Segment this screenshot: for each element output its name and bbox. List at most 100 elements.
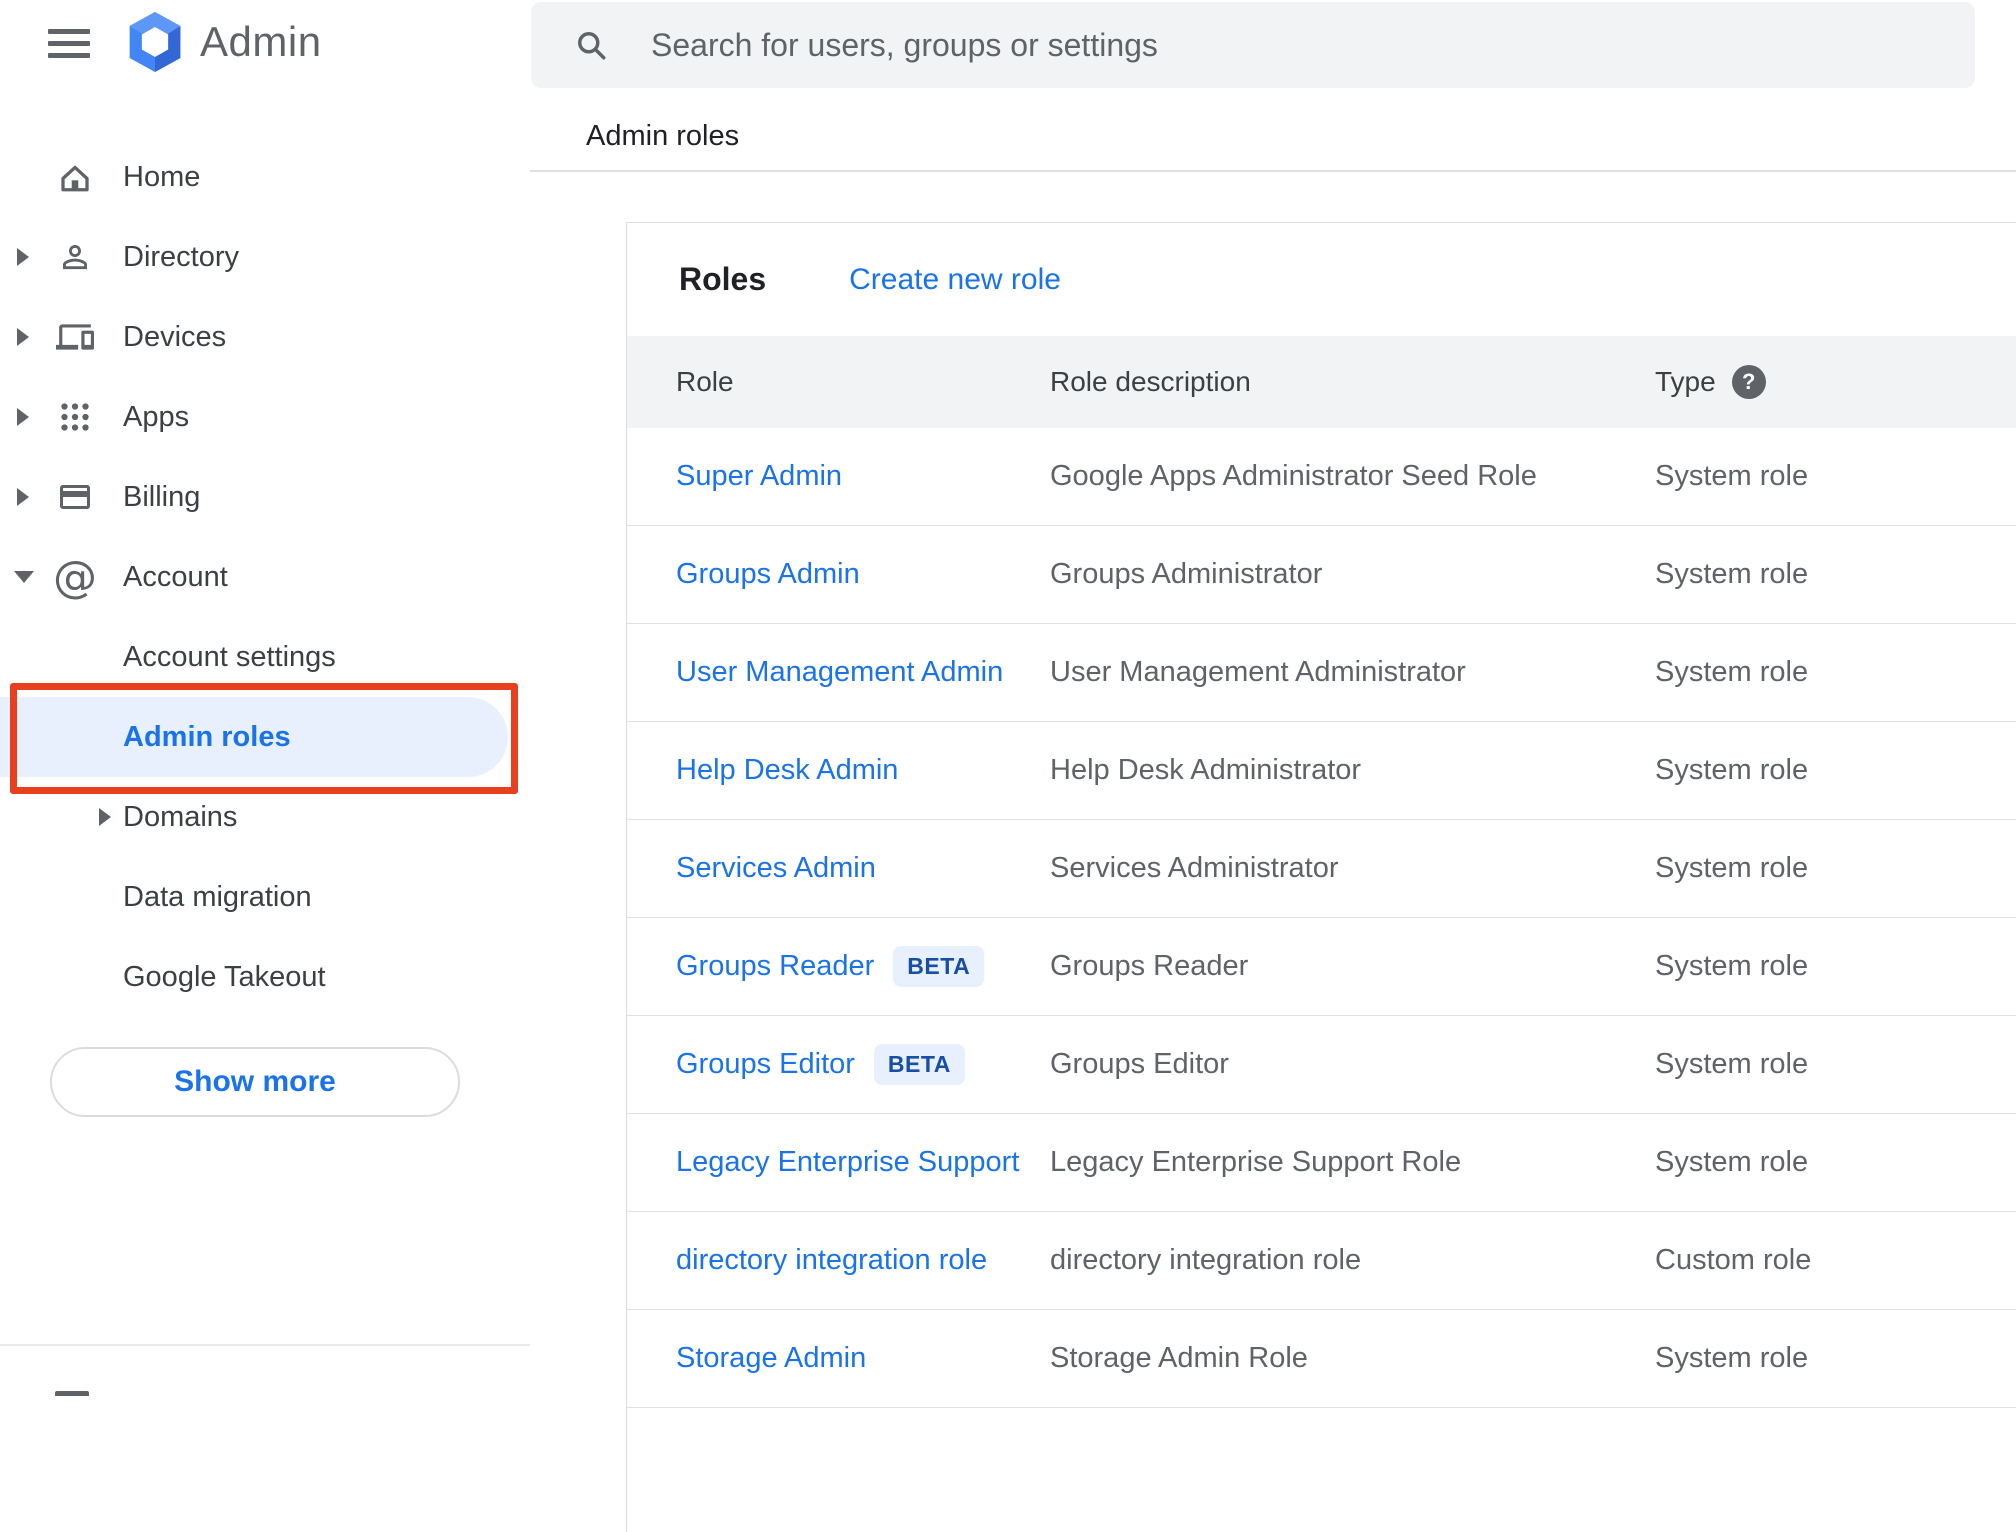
table-row: Groups Admin Groups Administrator System… <box>627 526 2016 624</box>
role-type: System role <box>1655 754 1809 786</box>
role-description: User Management Administrator <box>1050 656 1466 688</box>
sidebar-item-account-settings[interactable]: Account settings <box>0 617 530 697</box>
role-link[interactable]: Legacy Enterprise Support <box>676 1146 1019 1179</box>
sidebar-item-label: Account <box>123 560 228 593</box>
role-cell: User Management Admin <box>676 656 1050 689</box>
column-header-role: Role <box>676 366 734 397</box>
role-link[interactable]: Groups Reader <box>676 950 874 983</box>
table-row: User Management Admin User Management Ad… <box>627 624 2016 722</box>
sidebar-item-label: Google Takeout <box>123 960 326 993</box>
role-description: Groups Administrator <box>1050 558 1323 590</box>
role-type: System role <box>1655 558 1809 590</box>
role-description: Google Apps Administrator Seed Role <box>1050 460 1537 492</box>
role-cell: Super Admin <box>676 460 1050 493</box>
role-cell: Help Desk Admin <box>676 754 1050 787</box>
main-content: Admin roles Roles Create new role Role R… <box>530 88 2016 1532</box>
role-cell: Services Admin <box>676 852 1050 885</box>
table-row: Groups Editor BETA Groups Editor System … <box>627 1016 2016 1114</box>
beta-badge: BETA <box>873 1044 965 1085</box>
person-icon <box>55 237 95 277</box>
column-header-type: Type ? <box>1655 365 2016 399</box>
role-description: Legacy Enterprise Support Role <box>1050 1146 1462 1178</box>
role-cell: Storage Admin <box>676 1342 1050 1375</box>
home-icon <box>55 157 95 197</box>
table-header-row: Role Role description Type ? <box>627 336 2016 428</box>
create-new-role-link[interactable]: Create new role <box>849 263 1061 297</box>
sidebar-item-label: Devices <box>123 320 227 353</box>
table-row: Legacy Enterprise Support Legacy Enterpr… <box>627 1114 2016 1212</box>
column-header-description: Role description <box>1050 366 1251 397</box>
logo-text: Admin <box>200 18 322 65</box>
role-link[interactable]: User Management Admin <box>676 656 1003 689</box>
roles-card: Roles Create new role Role Role descript… <box>626 222 2016 1532</box>
breadcrumb-row: Admin roles <box>530 88 2016 172</box>
table-row: Services Admin Services Administrator Sy… <box>627 820 2016 918</box>
menu-icon[interactable] <box>48 29 90 58</box>
apps-grid-icon <box>55 397 95 437</box>
admin-hexagon-logo-icon <box>129 11 181 73</box>
sidebar-item-label: Domains <box>123 800 238 833</box>
role-link[interactable]: Services Admin <box>676 852 876 885</box>
sidebar-nav: Home Directory Devices Apps Billing @ Ac… <box>0 137 530 1117</box>
role-type: Custom role <box>1655 1244 1812 1276</box>
table-row: Super Admin Google Apps Administrator Se… <box>627 428 2016 526</box>
beta-badge: BETA <box>893 946 985 987</box>
expand-arrow-icon[interactable] <box>17 488 29 506</box>
role-link[interactable]: Help Desk Admin <box>676 754 898 787</box>
sidebar-item-label: Admin roles <box>123 720 291 753</box>
table-row: Help Desk Admin Help Desk Administrator … <box>627 722 2016 820</box>
role-cell: Groups Reader BETA <box>676 946 1050 987</box>
role-link[interactable]: directory integration role <box>676 1244 987 1277</box>
sidebar-item-billing[interactable]: Billing <box>0 457 530 537</box>
expand-arrow-icon[interactable] <box>17 328 29 346</box>
expand-arrow-icon[interactable] <box>99 808 111 826</box>
table-row: directory integration role directory int… <box>627 1212 2016 1310</box>
role-type: System role <box>1655 460 1809 492</box>
collapse-arrow-icon[interactable] <box>14 571 34 583</box>
role-link[interactable]: Super Admin <box>676 460 842 493</box>
search-icon <box>573 27 609 63</box>
role-cell: Legacy Enterprise Support <box>676 1146 1050 1179</box>
expand-arrow-icon[interactable] <box>17 248 29 266</box>
role-description: Groups Editor <box>1050 1048 1229 1080</box>
role-link[interactable]: Groups Admin <box>676 558 860 591</box>
role-cell: Groups Admin <box>676 558 1050 591</box>
sidebar-item-google-takeout[interactable]: Google Takeout <box>0 937 530 1017</box>
show-more-button[interactable]: Show more <box>50 1047 460 1117</box>
sidebar-item-account[interactable]: @ Account <box>0 537 530 617</box>
sidebar: Admin Home Directory Devices Apps Billin… <box>0 0 530 1396</box>
role-link[interactable]: Storage Admin <box>676 1342 866 1375</box>
sidebar-item-directory[interactable]: Directory <box>0 217 530 297</box>
role-description: Help Desk Administrator <box>1050 754 1362 786</box>
card-title: Roles <box>679 261 767 297</box>
devices-icon <box>55 317 95 357</box>
column-header-type-label: Type <box>1655 366 1716 397</box>
sidebar-header: Admin <box>0 0 530 88</box>
admin-logo: Admin <box>126 11 322 73</box>
role-type: System role <box>1655 1342 1809 1374</box>
sidebar-item-home[interactable]: Home <box>0 137 530 217</box>
sidebar-item-admin-roles[interactable]: Admin roles <box>0 697 508 777</box>
table-body: Super Admin Google Apps Administrator Se… <box>627 428 2016 1408</box>
role-cell: Groups Editor BETA <box>676 1044 1050 1085</box>
sidebar-item-label: Home <box>123 160 201 193</box>
sidebar-item-apps[interactable]: Apps <box>0 377 530 457</box>
sidebar-item-devices[interactable]: Devices <box>0 297 530 377</box>
role-type: System role <box>1655 1048 1809 1080</box>
role-description: Storage Admin Role <box>1050 1342 1308 1374</box>
role-type: System role <box>1655 1146 1809 1178</box>
expand-arrow-icon[interactable] <box>17 408 29 426</box>
role-type: System role <box>1655 852 1809 884</box>
breadcrumb: Admin roles <box>586 119 740 152</box>
at-icon: @ <box>53 551 97 603</box>
role-link[interactable]: Groups Editor <box>676 1048 855 1081</box>
sidebar-item-data-migration[interactable]: Data migration <box>0 857 530 937</box>
sidebar-item-domains[interactable]: Domains <box>0 777 530 857</box>
help-icon[interactable]: ? <box>1731 365 1766 399</box>
table-row: Storage Admin Storage Admin Role System … <box>627 1310 2016 1408</box>
sidebar-item-label: Directory <box>123 240 240 273</box>
role-type: System role <box>1655 656 1809 688</box>
search-bar[interactable]: Search for users, groups or settings <box>531 2 1975 88</box>
sidebar-item-label: Account settings <box>123 640 336 673</box>
role-type: System role <box>1655 950 1809 982</box>
